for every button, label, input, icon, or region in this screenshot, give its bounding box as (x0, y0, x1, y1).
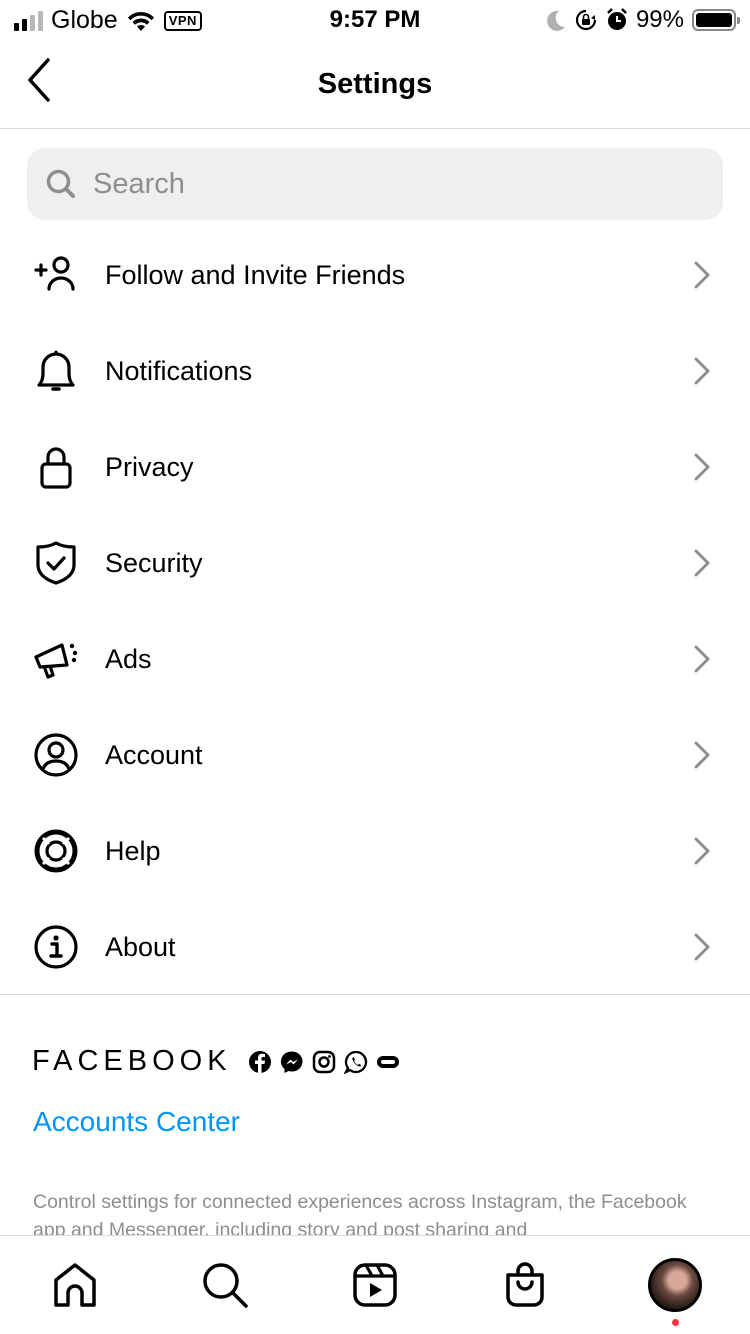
whatsapp-icon (343, 1050, 367, 1074)
chevron-right-icon (694, 837, 710, 865)
search-icon (46, 169, 75, 198)
tab-search[interactable] (199, 1258, 251, 1312)
chevron-right-icon (694, 933, 710, 961)
accounts-center-link[interactable]: Accounts Center (33, 1106, 240, 1138)
search-input[interactable] (93, 167, 653, 201)
add-person-icon (30, 249, 82, 301)
page-title: Settings (317, 68, 433, 100)
menu-item-label: Help (105, 835, 161, 866)
menu-item-help[interactable]: Help (0, 803, 750, 899)
chevron-right-icon (694, 549, 710, 577)
chevron-right-icon (694, 357, 710, 385)
alarm-icon (607, 8, 627, 30)
megaphone-icon (30, 633, 82, 685)
menu-item-about[interactable]: About (0, 899, 750, 995)
tab-reels[interactable] (349, 1258, 401, 1312)
moon-icon (547, 10, 565, 31)
menu-item-account[interactable]: Account (0, 707, 750, 803)
chevron-right-icon (694, 453, 710, 481)
search-icon (203, 1263, 248, 1308)
profile-avatar[interactable] (648, 1258, 702, 1312)
home-icon (54, 1263, 96, 1307)
orientation-lock-icon (575, 9, 597, 31)
oculus-icon (376, 1055, 399, 1068)
section-divider (0, 994, 750, 995)
facebook-brand-row: FACEBOOK (32, 1045, 400, 1078)
notification-dot (672, 1319, 679, 1326)
menu-item-privacy[interactable]: Privacy (0, 419, 750, 515)
menu-item-label: Notifications (105, 355, 253, 386)
lock-icon (30, 441, 82, 493)
chevron-right-icon (694, 261, 710, 289)
search-bar[interactable] (27, 148, 723, 220)
bottom-tab-bar (0, 1235, 750, 1334)
battery-icon (692, 9, 740, 31)
lifebuoy-icon (30, 825, 82, 877)
menu-item-label: Ads (105, 643, 152, 674)
chevron-right-icon (694, 741, 710, 769)
facebook-icon (248, 1050, 271, 1073)
menu-item-label: Security (105, 547, 203, 578)
instagram-icon (312, 1050, 335, 1073)
tab-home[interactable] (49, 1258, 101, 1312)
settings-menu: Follow and Invite Friends Notifications … (0, 227, 750, 995)
shop-icon (506, 1262, 544, 1307)
tab-shop[interactable] (499, 1258, 551, 1312)
reels-icon (353, 1263, 397, 1307)
messenger-icon (280, 1050, 303, 1073)
chevron-right-icon (694, 645, 710, 673)
facebook-wordmark: FACEBOOK (32, 1045, 232, 1077)
menu-item-label: Account (105, 739, 203, 770)
shield-check-icon (30, 537, 82, 589)
menu-item-label: About (105, 931, 176, 962)
menu-item-label: Privacy (105, 451, 194, 482)
menu-item-ads[interactable]: Ads (0, 611, 750, 707)
nav-header: Settings (0, 42, 750, 129)
status-bar: Globe VPN 9:57 PM 99% (0, 0, 750, 42)
menu-item-security[interactable]: Security (0, 515, 750, 611)
menu-item-label: Follow and Invite Friends (105, 259, 406, 290)
battery-percent: 99% (635, 6, 684, 33)
user-circle-icon (30, 729, 82, 781)
menu-item-notifications[interactable]: Notifications (0, 323, 750, 419)
info-icon (30, 921, 82, 973)
bell-icon (30, 345, 82, 397)
menu-item-follow-invite[interactable]: Follow and Invite Friends (0, 227, 750, 323)
